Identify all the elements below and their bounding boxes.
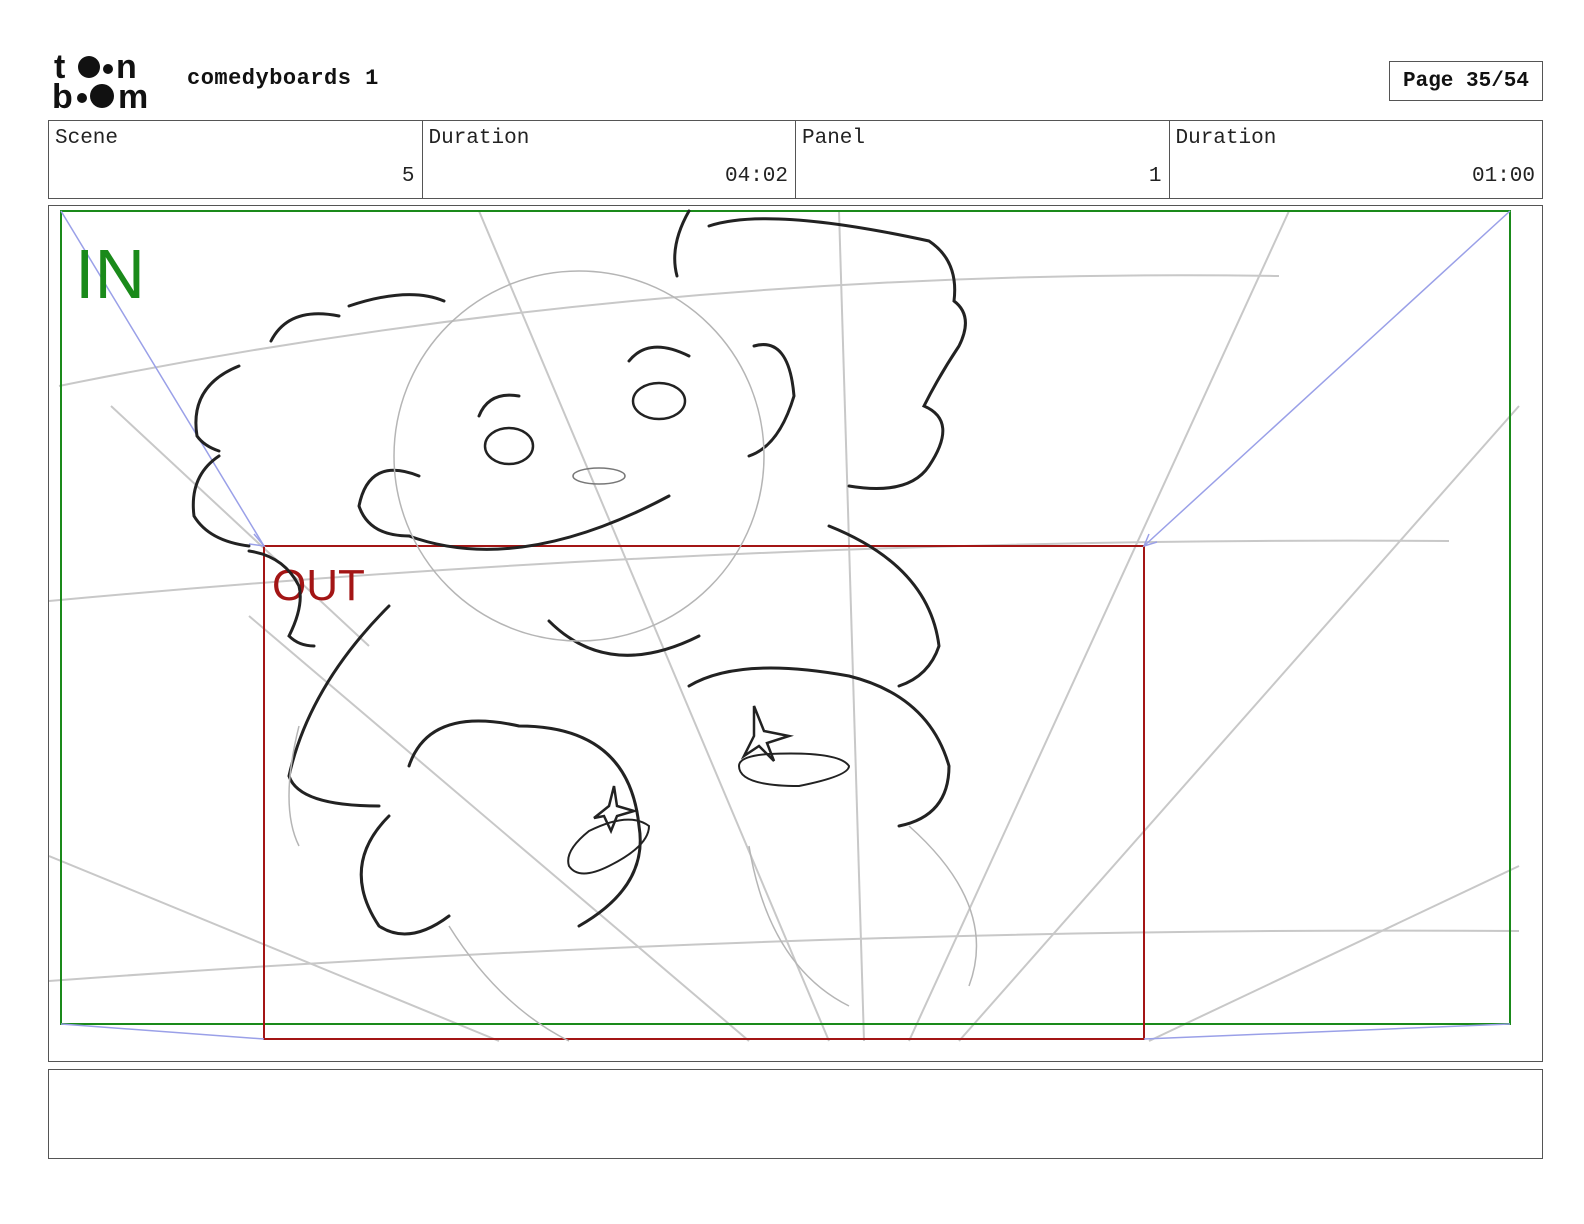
panel-duration-label: Duration <box>1175 127 1277 150</box>
scene-label: Scene <box>55 127 119 150</box>
scene-value: 5 <box>401 165 415 188</box>
camera-move-arrows <box>60 210 1511 1040</box>
in-label: IN <box>75 235 145 313</box>
in-frame <box>60 210 1511 1025</box>
svg-text:m: m <box>118 78 148 112</box>
svg-text:b: b <box>52 78 73 112</box>
panel-duration-value: 01:00 <box>1471 165 1535 188</box>
panel-drawing: IN OUT <box>49 209 1520 1042</box>
panel-label: Panel <box>802 127 866 150</box>
perspective-guides <box>49 210 1520 1042</box>
scene-duration-cell: Duration 04:02 <box>423 121 796 198</box>
panel-duration-cell: Duration 01:00 <box>1170 121 1543 198</box>
panel-info-table: Scene 5 Duration 04:02 Panel 1 Duration … <box>48 120 1543 199</box>
out-frame <box>263 545 1145 1040</box>
scene-duration-value: 04:02 <box>724 165 788 188</box>
panel-value: 1 <box>1148 165 1162 188</box>
caption-box[interactable] <box>48 1069 1543 1159</box>
project-title: comedyboards 1 <box>187 66 379 91</box>
toon-boom-logo-icon: t n b m <box>52 48 148 116</box>
toon-boom-logo: t n b m <box>52 48 164 116</box>
panel-cell: Panel 1 <box>796 121 1170 198</box>
scene-duration-label: Duration <box>428 127 530 150</box>
scene-cell: Scene 5 <box>49 121 423 198</box>
page-indicator: Page 35/54 <box>1389 61 1543 101</box>
storyboard-panel: IN OUT <box>48 205 1543 1062</box>
